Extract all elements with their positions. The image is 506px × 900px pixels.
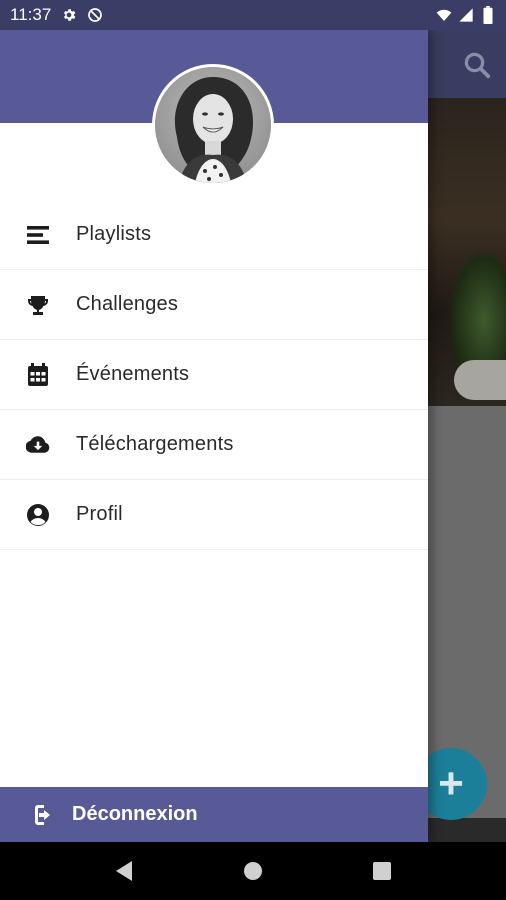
search-icon[interactable] xyxy=(462,50,492,80)
status-time: 11:37 xyxy=(10,5,52,24)
status-bar: 11:37 xyxy=(0,0,506,30)
avatar[interactable] xyxy=(152,64,274,186)
wifi-icon xyxy=(436,7,452,23)
battery-icon xyxy=(480,6,496,24)
settings-icon xyxy=(61,7,77,23)
menu-item-profil[interactable]: Profil xyxy=(0,480,428,550)
drawer-menu: Playlists Challenges Événements Téléchar… xyxy=(0,200,428,550)
logout-button[interactable]: Déconnexion xyxy=(0,787,428,842)
recents-icon[interactable] xyxy=(362,851,402,891)
menu-label-playlists: Playlists xyxy=(76,223,152,245)
logout-icon xyxy=(30,803,54,827)
menu-item-challenges[interactable]: Challenges xyxy=(0,270,428,340)
menu-item-playlists[interactable]: Playlists xyxy=(0,200,428,270)
calendar-icon xyxy=(26,362,50,387)
background-photo xyxy=(428,98,506,406)
system-nav-bar xyxy=(0,842,506,900)
do-not-disturb-icon xyxy=(87,7,103,23)
menu-item-telechargements[interactable]: Téléchargements xyxy=(0,410,428,480)
logout-label: Déconnexion xyxy=(72,803,198,825)
background-strip xyxy=(428,818,506,842)
cloud-download-icon xyxy=(26,433,50,457)
menu-item-evenements[interactable]: Événements xyxy=(0,340,428,410)
home-icon[interactable] xyxy=(233,851,273,891)
trophy-icon xyxy=(26,293,50,317)
back-icon[interactable] xyxy=(104,851,144,891)
profile-photo xyxy=(155,67,271,183)
menu-label-challenges: Challenges xyxy=(76,293,179,315)
signal-icon xyxy=(458,7,474,23)
menu-label-profil: Profil xyxy=(76,503,123,525)
menu-label-telechargements: Téléchargements xyxy=(76,433,234,455)
menu-label-evenements: Événements xyxy=(76,363,190,385)
account-circle-icon xyxy=(26,503,50,527)
plus-icon: + xyxy=(438,759,464,808)
playlist-icon xyxy=(26,223,50,247)
navigation-drawer: Playlists Challenges Événements Téléchar… xyxy=(0,30,428,842)
